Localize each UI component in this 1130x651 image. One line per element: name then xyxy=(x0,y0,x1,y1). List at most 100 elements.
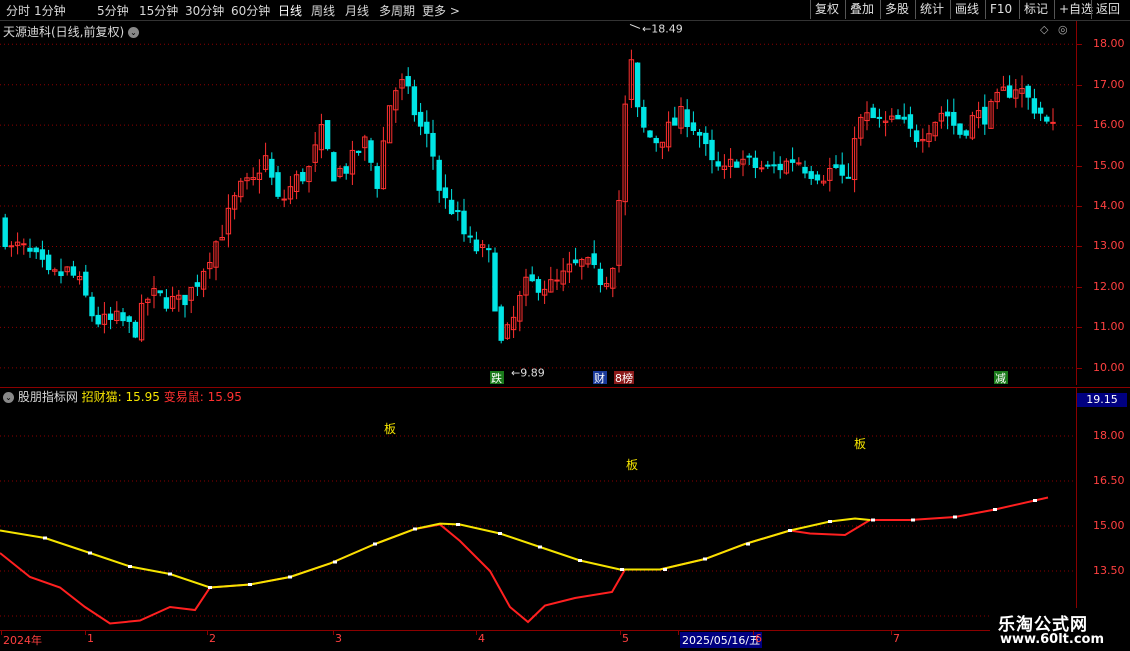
date-label: 2025/05/16/五 xyxy=(680,632,763,648)
watermark: 乐淘公式网 www.60lt.com xyxy=(990,608,1130,650)
draw-line-button[interactable]: 画线 xyxy=(950,0,983,19)
settings-circle-icon[interactable]: ◎ xyxy=(1058,23,1068,36)
candle-body xyxy=(182,294,188,306)
candle-body xyxy=(368,140,374,163)
signal-dot xyxy=(620,568,624,571)
signal-dot xyxy=(538,545,542,549)
candle-body xyxy=(8,245,15,248)
signal-dot xyxy=(871,518,875,522)
period-weekly[interactable]: 周线 xyxy=(311,2,335,19)
indicator-title: ⌄ 股朋指标网 招财猫: 15.95 变易鼠: 15.95 xyxy=(3,388,242,405)
price-tick: 11.00 xyxy=(1093,320,1125,334)
candle-body xyxy=(554,279,560,282)
period-5min[interactable]: 5分钟 xyxy=(97,2,129,19)
period-15min[interactable]: 15分钟 xyxy=(139,2,178,19)
indicator-chart[interactable]: 板板板 xyxy=(0,387,1076,631)
candle-body xyxy=(957,123,963,135)
candlestick-chart[interactable]: ←18.49 ←9.89 跌 财 8榜 减 xyxy=(0,21,1076,385)
candle-body xyxy=(374,166,380,189)
back-button[interactable]: 返回 xyxy=(1091,0,1124,19)
price-tick-mark xyxy=(1077,246,1082,248)
price-tick: 10.00 xyxy=(1093,360,1125,374)
candle-body xyxy=(33,247,39,253)
candle-body xyxy=(591,253,597,266)
candle-body xyxy=(901,116,907,120)
candle-body xyxy=(39,249,46,260)
candle-body xyxy=(2,217,8,247)
statistics-button[interactable]: 统计 xyxy=(915,0,948,19)
candle-body xyxy=(833,164,839,168)
signal-dot xyxy=(288,575,292,579)
candle-body xyxy=(1031,98,1038,114)
price-tick-mark xyxy=(1077,84,1082,86)
limit-up-label: 板 xyxy=(384,422,396,436)
date-label: 2024年 xyxy=(3,634,42,647)
date-tick xyxy=(85,631,86,635)
indicator-tick: 16.50 xyxy=(1093,474,1125,487)
candle-body xyxy=(690,122,697,131)
price-tick: 16.00 xyxy=(1093,118,1125,132)
signal-dot xyxy=(746,542,750,546)
date-tick xyxy=(476,631,477,635)
candle-body xyxy=(771,164,777,167)
date-tick xyxy=(620,631,621,635)
f10-button[interactable]: F10 xyxy=(985,0,1016,19)
candle-body xyxy=(461,210,467,235)
indicator-name: 股朋指标网 xyxy=(17,390,78,404)
candle-body xyxy=(498,306,504,341)
candle-body xyxy=(777,163,783,171)
candle-body xyxy=(331,152,337,182)
candle-body xyxy=(1006,85,1013,98)
overlay-button[interactable]: 叠加 xyxy=(845,0,878,19)
candle-body xyxy=(45,254,52,271)
candle-body xyxy=(194,282,201,287)
candle-body xyxy=(417,111,424,127)
period-more[interactable]: 更多 > xyxy=(422,2,460,19)
candle-body xyxy=(27,247,33,252)
date-label: 5 xyxy=(622,632,629,645)
collapse-icon[interactable]: ⌄ xyxy=(3,392,14,403)
signal-dot xyxy=(663,568,667,571)
diamond-icon[interactable]: ◇ xyxy=(1040,23,1048,36)
price-tick: 12.00 xyxy=(1093,279,1125,293)
candle-body xyxy=(21,243,27,246)
date-tick xyxy=(207,631,208,635)
price-tick-mark xyxy=(1077,44,1082,46)
candle-body xyxy=(870,107,876,119)
event-marker-label: 减 xyxy=(995,372,1006,385)
high-price-label: ←18.49 xyxy=(642,22,683,35)
date-axis: 2024年 1 2 3 4 5 2025/05/16/五 6 7 xyxy=(0,630,1130,651)
date-tick xyxy=(678,631,679,635)
indicator-tick: 13.50 xyxy=(1093,564,1125,577)
candle-body xyxy=(355,150,362,153)
period-1min[interactable]: 1分钟 xyxy=(34,2,66,19)
event-marker-label: 跌 xyxy=(491,371,502,385)
candle-body xyxy=(758,167,765,170)
low-price-label: ←9.89 xyxy=(511,366,545,379)
current-value-badge: 19.15 xyxy=(1077,393,1127,407)
candle-body xyxy=(963,130,969,136)
series-red-line xyxy=(0,496,1049,625)
candle-body xyxy=(411,86,418,116)
period-30min[interactable]: 30分钟 xyxy=(185,2,224,19)
restore-rights-button[interactable]: 复权 xyxy=(810,0,843,19)
period-fenshi[interactable]: 分时 xyxy=(6,2,30,19)
candle-body xyxy=(814,174,821,181)
price-tick-mark xyxy=(1077,125,1082,127)
candle-body xyxy=(529,274,535,282)
multi-stock-button[interactable]: 多股 xyxy=(880,0,913,19)
price-tick: 15.00 xyxy=(1093,158,1125,172)
indicator-tick: 15.00 xyxy=(1093,519,1125,532)
period-monthly[interactable]: 月线 xyxy=(345,2,369,19)
candle-body xyxy=(473,239,480,252)
period-multi[interactable]: 多周期 xyxy=(379,2,415,19)
period-60min[interactable]: 60分钟 xyxy=(231,2,270,19)
signal-dot xyxy=(578,559,582,562)
dropdown-icon[interactable]: ⌄ xyxy=(128,27,140,38)
mark-button[interactable]: 标记 xyxy=(1019,0,1052,19)
candle-body xyxy=(1050,121,1056,124)
candle-body xyxy=(535,279,542,293)
candle-body xyxy=(405,76,411,87)
period-daily[interactable]: 日线 xyxy=(278,2,302,19)
candle-body xyxy=(703,132,709,145)
